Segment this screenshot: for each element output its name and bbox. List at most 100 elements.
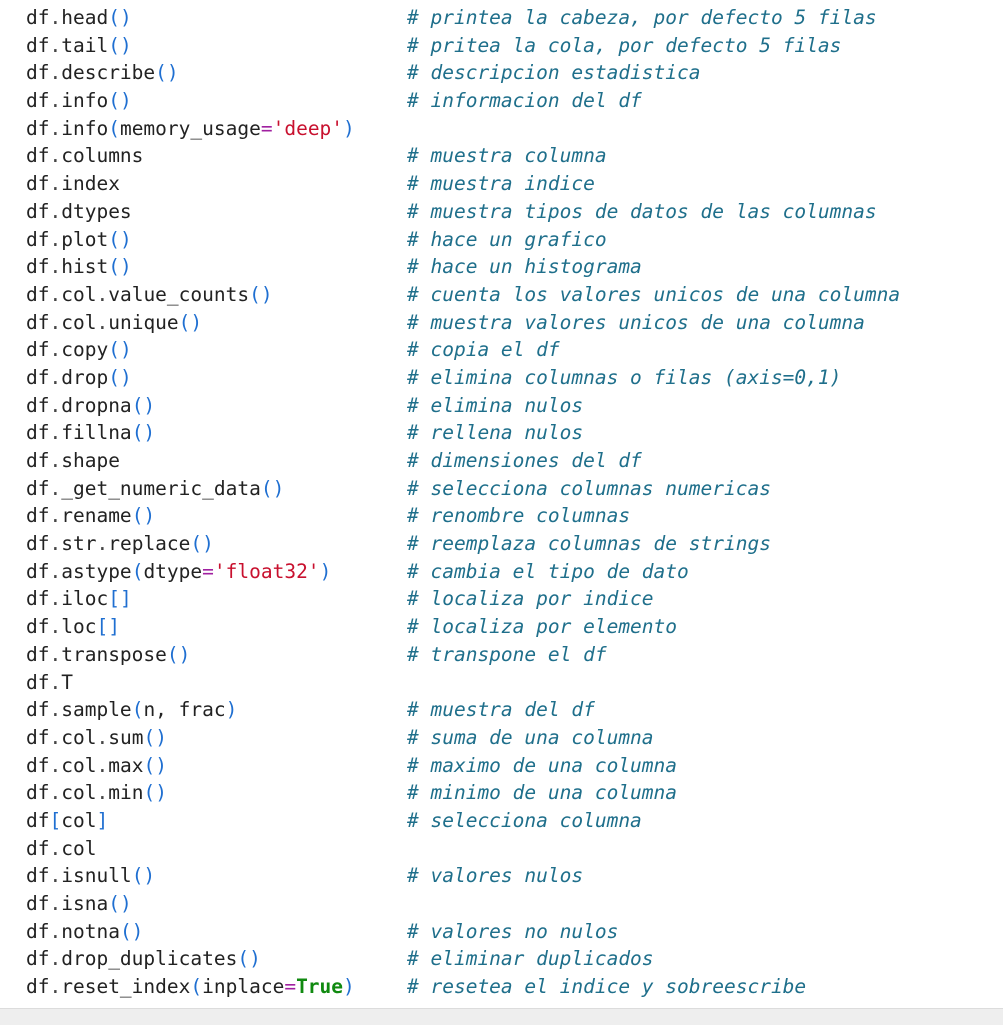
code-comment: # valores nulos (407, 864, 584, 888)
code-line[interactable]: df.head() # printea la cabeza, por defect… (26, 4, 1003, 32)
code-token: . (49, 781, 62, 805)
code-token: = (202, 559, 214, 583)
code-token: . (49, 227, 62, 251)
code-line[interactable]: df.hist() # hace un histograma (26, 253, 1003, 281)
code-token: . (49, 642, 62, 666)
code-token: df (26, 642, 50, 666)
code-comment: # muestra del df (407, 698, 595, 722)
code-line[interactable]: df.columns # muestra columna (26, 142, 1003, 170)
code-token: isnull (61, 864, 132, 888)
code-comment: # informacion del df (407, 89, 642, 113)
code-token: df (26, 670, 50, 694)
code-token: max (108, 753, 144, 777)
code-token: info (61, 116, 109, 140)
code-token: . (49, 255, 62, 279)
code-line[interactable]: df.copy() # copia el df (26, 336, 1003, 364)
code-token: . (96, 532, 109, 556)
code-token: = (284, 975, 297, 999)
code-token: df (26, 476, 50, 500)
code-statement: df.col.sum() (26, 724, 167, 752)
code-token: df (26, 449, 50, 472)
code-token: unique (108, 310, 179, 334)
code-line[interactable]: df.rename() # renombre columnas (26, 502, 1003, 530)
code-token: . (49, 89, 62, 113)
code-token: ( (108, 116, 120, 140)
code-line[interactable]: df.info() # informacion del df (26, 87, 1003, 115)
code-line[interactable]: df.str.replace() # reemplaza columnas de … (26, 530, 1003, 558)
code-token: df (26, 975, 50, 999)
code-editor[interactable]: df.head() # printea la cabeza, por defect… (0, 0, 1003, 1008)
code-token: col (61, 781, 97, 805)
code-line[interactable]: df.col.max() # maximo de una columna (26, 752, 1003, 780)
code-line[interactable]: df.plot() # hace un grafico (26, 226, 1003, 254)
code-token: () (108, 892, 132, 915)
code-line[interactable]: df.fillna() # rellena nulos (26, 419, 1003, 447)
code-line[interactable]: df.notna() # valores no nulos (26, 918, 1003, 946)
code-line[interactable]: df.reset_index(inplace=True) # resetea el… (26, 973, 1003, 1001)
code-token: () (131, 393, 156, 417)
code-statement: df[col] (26, 807, 108, 835)
code-line[interactable]: df.isna() (26, 890, 1003, 918)
code-comment: # minimo de una columna (407, 781, 678, 805)
code-token: . (96, 282, 109, 306)
code-line[interactable]: df.astype(dtype='float32') # cambia el ti… (26, 558, 1003, 586)
code-statement: df.dtypes (26, 198, 132, 226)
code-token: . (49, 199, 62, 223)
code-token: inplace (202, 975, 285, 999)
code-line[interactable]: df.dropna() # elimina nulos (26, 392, 1003, 420)
code-line[interactable]: df[col] # selecciona columna (26, 807, 1003, 835)
code-token: df (26, 338, 50, 362)
code-token: . (49, 282, 62, 306)
code-token: df (26, 532, 50, 556)
code-token: replace (108, 532, 191, 556)
code-token: df (26, 199, 50, 223)
code-token: . (49, 615, 62, 639)
code-line[interactable]: df.isnull() # valores nulos (26, 862, 1003, 890)
code-line[interactable]: df._get_numeric_data() # selecciona colum… (26, 475, 1003, 503)
code-token: . (49, 919, 62, 943)
code-comment: # cuenta los valores unicos de una colum… (407, 282, 901, 306)
code-line[interactable]: df.col.value_counts() # cuenta los valore… (26, 281, 1003, 309)
code-statement: df.col (26, 835, 96, 863)
code-token: n, frac (143, 698, 226, 722)
code-comment: # eliminar duplicados (407, 947, 654, 971)
code-line[interactable]: df.transpose() # transpone el df (26, 641, 1003, 669)
code-token: . (49, 947, 62, 971)
code-line[interactable]: df.index # muestra indice (26, 170, 1003, 198)
code-comment: # muestra columna (407, 144, 607, 168)
code-comment: # renombre columnas (407, 504, 631, 528)
code-token: df (26, 116, 50, 140)
code-line[interactable]: df.iloc[] # localiza por indice (26, 585, 1003, 613)
code-line[interactable]: df.drop_duplicates() # eliminar duplicado… (26, 945, 1003, 973)
code-line[interactable]: df.col.min() # minimo de una columna (26, 779, 1003, 807)
scrollbar[interactable] (0, 1008, 1003, 1025)
code-token: . (49, 449, 62, 472)
code-token: hist (61, 255, 109, 279)
code-line[interactable]: df.sample(n, frac) # muestra del df (26, 696, 1003, 724)
code-line[interactable]: df.T (26, 669, 1003, 697)
code-line[interactable]: df.tail() # pritea la cola, por defecto 5… (26, 32, 1003, 60)
code-line[interactable]: df.info(memory_usage='deep') (26, 115, 1003, 143)
code-statement: df.hist() (26, 253, 132, 281)
code-token: () (108, 89, 132, 113)
code-token: ) (343, 975, 355, 999)
code-line[interactable]: df.describe() # descripcion estadistica (26, 59, 1003, 87)
code-statement: df.plot() (26, 226, 132, 254)
code-line[interactable]: df.dtypes # muestra tipos de datos de las… (26, 198, 1003, 226)
code-line[interactable]: df.col.sum() # suma de una columna (26, 724, 1003, 752)
code-token: () (108, 33, 132, 57)
code-token: col (61, 725, 97, 749)
code-line[interactable]: df.shape # dimensiones del df (26, 447, 1003, 475)
code-token: df (26, 615, 50, 639)
code-token: sum (108, 725, 144, 749)
code-statement: df.head() (26, 4, 132, 32)
code-line[interactable]: df.col.unique() # muestra valores unicos … (26, 309, 1003, 337)
code-token: df (26, 89, 50, 113)
code-line[interactable]: df.drop() # elimina columnas o filas (axi… (26, 364, 1003, 392)
code-line[interactable]: df.loc[] # localiza por elemento (26, 613, 1003, 641)
code-token: df (26, 725, 50, 749)
code-token: . (96, 310, 109, 334)
code-line[interactable]: df.col (26, 835, 1003, 863)
code-comment: # descripcion estadistica (407, 61, 701, 85)
code-token: () (166, 642, 191, 666)
